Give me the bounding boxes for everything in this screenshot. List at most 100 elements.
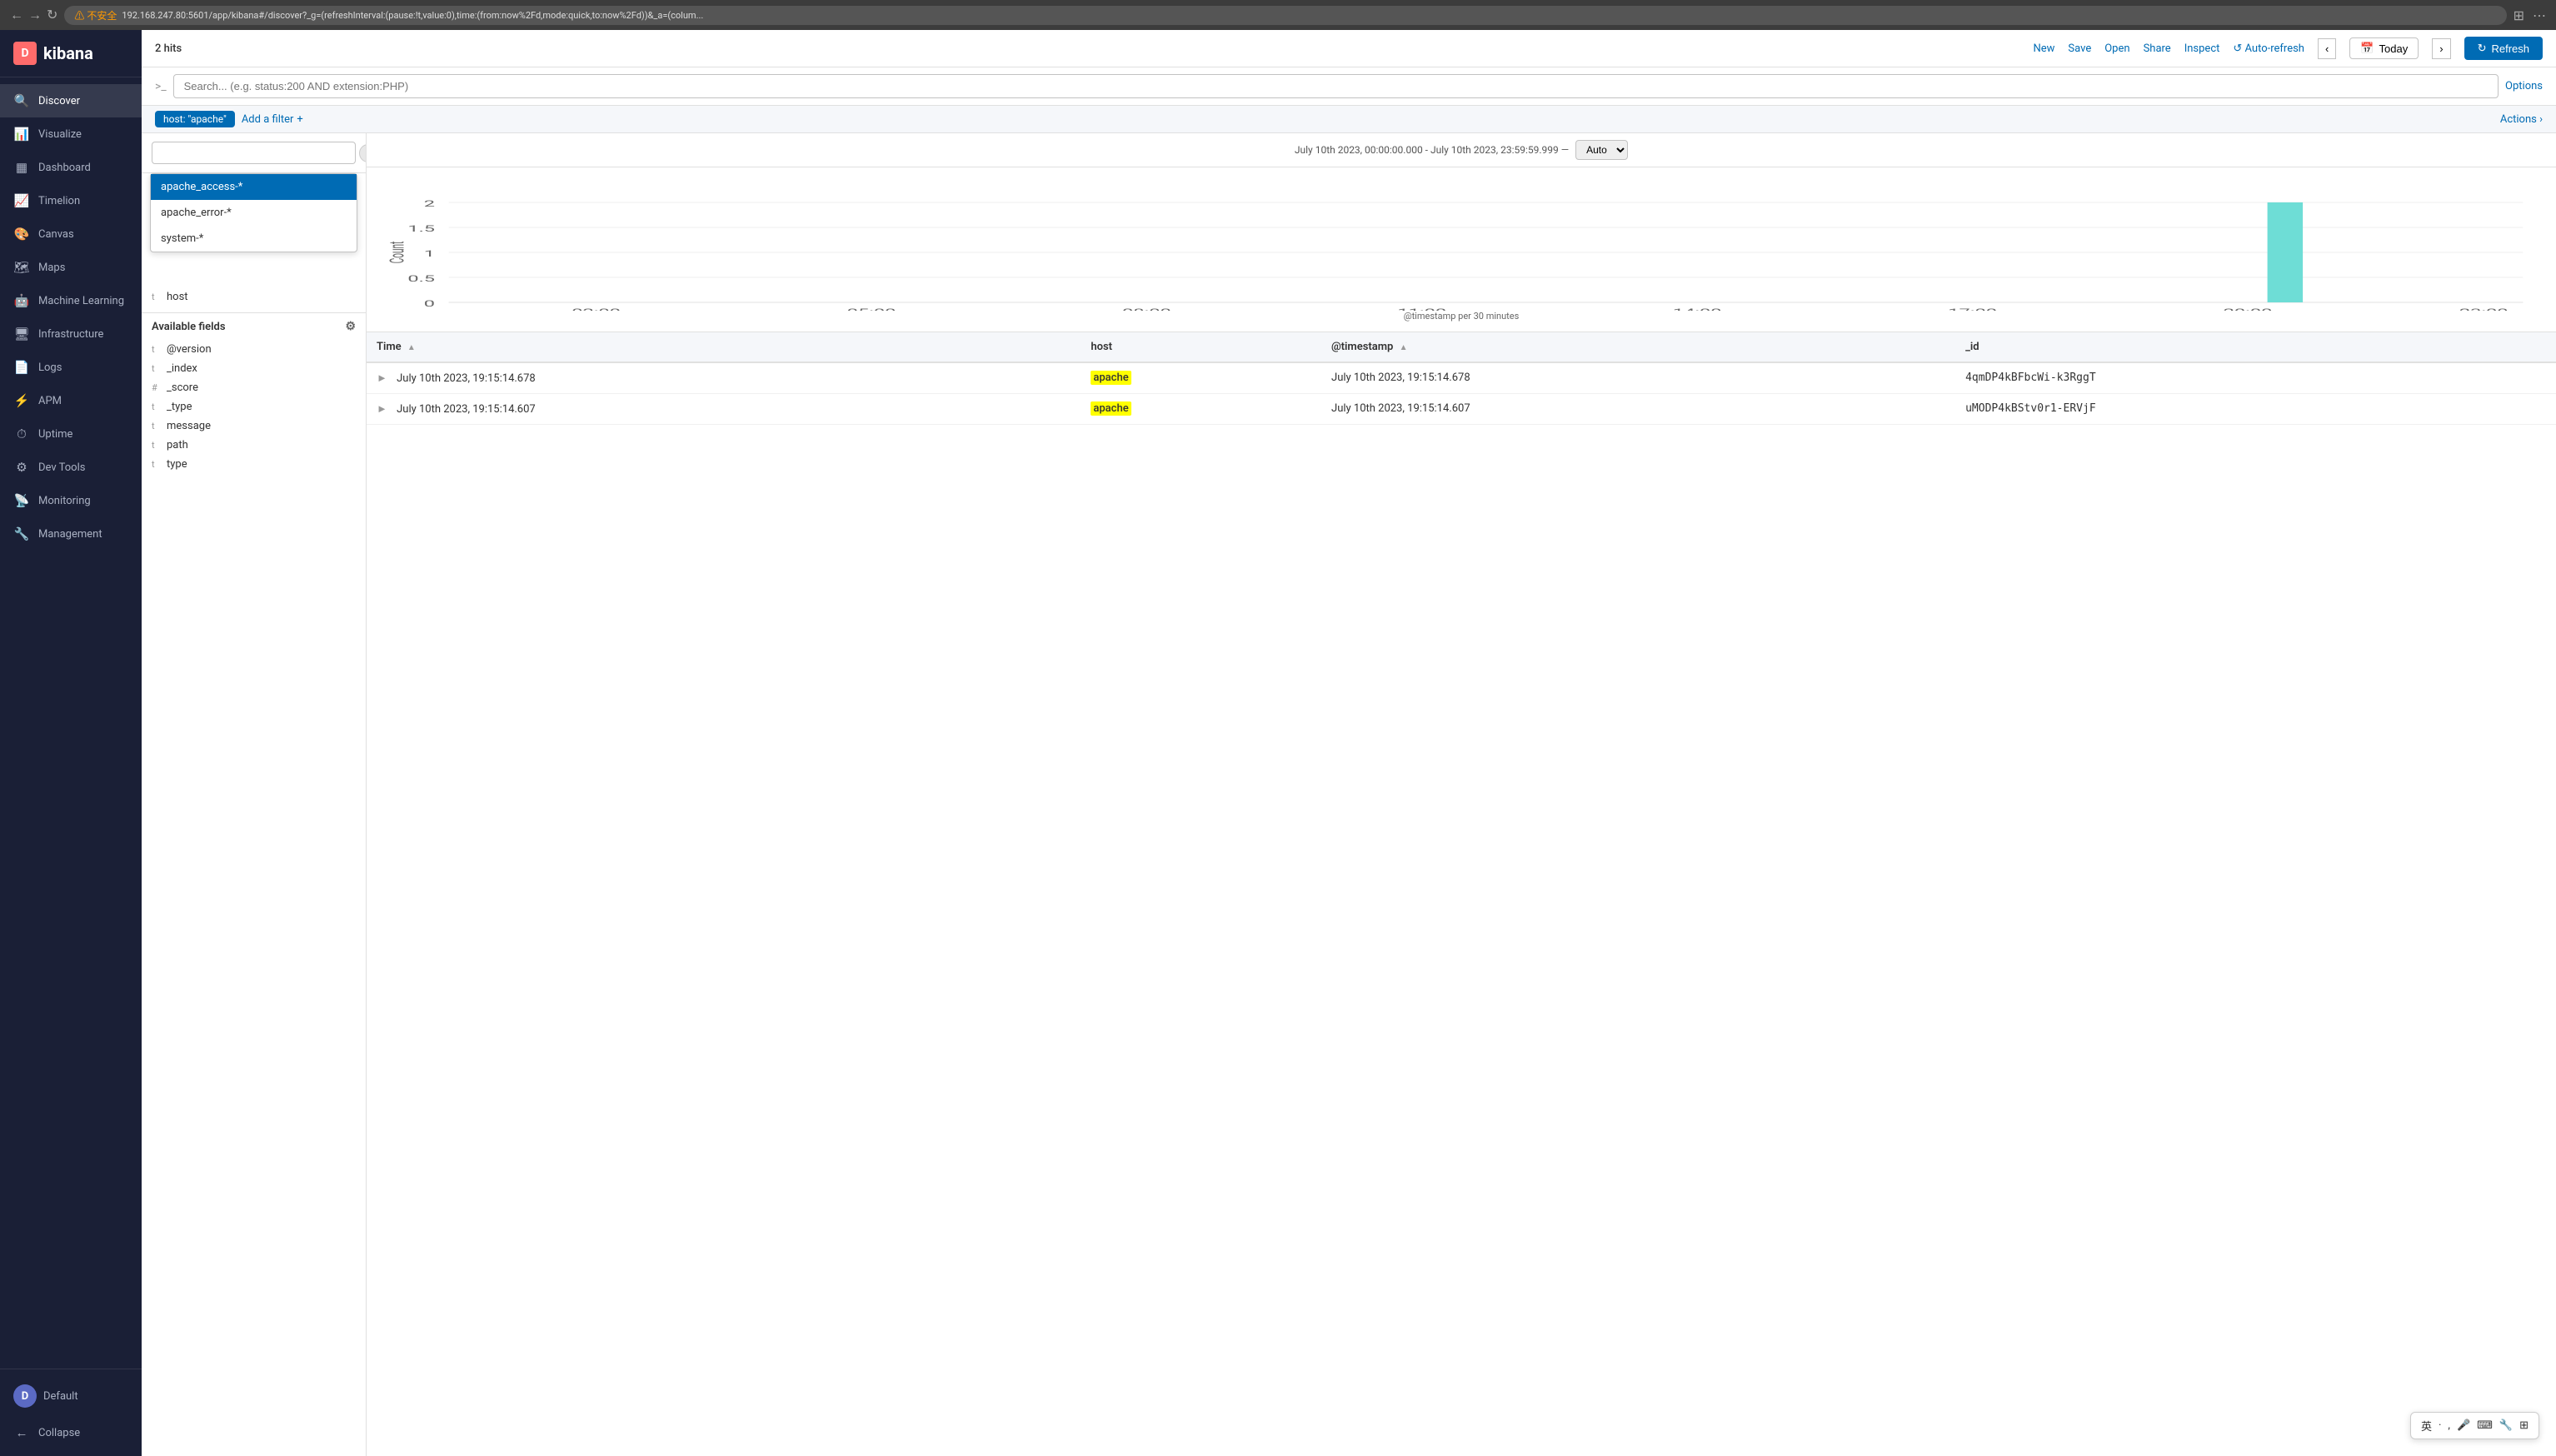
sidebar-item-dashboard[interactable]: ▦ Dashboard bbox=[0, 151, 142, 184]
sidebar-item-label: Dev Tools bbox=[38, 461, 85, 474]
field-item-type[interactable]: t type bbox=[152, 455, 356, 474]
content-area: 2 hits New Save Open Share Inspect ↺ Aut… bbox=[142, 30, 2556, 1456]
index-pattern-item-apache-error[interactable]: apache_error-* bbox=[151, 200, 357, 226]
forward-icon[interactable]: → bbox=[28, 7, 42, 23]
share-button[interactable]: Share bbox=[2144, 42, 2171, 55]
new-button[interactable]: New bbox=[2033, 42, 2054, 55]
dashboard-icon: ▦ bbox=[13, 159, 30, 176]
actions-button[interactable]: Actions › bbox=[2500, 113, 2543, 126]
main-split: apache_access-* apache_error-* system-* … bbox=[142, 133, 2556, 1456]
ime-toolbar: 英 · , 🎤 ⌨ 🔧 ⊞ bbox=[2410, 1412, 2539, 1439]
hits-count: 2 hits bbox=[155, 42, 182, 55]
sidebar-item-logs[interactable]: 📄 Logs bbox=[0, 351, 142, 384]
table-header-row: Time ▲ host @timestamp ▲ bbox=[367, 332, 2556, 362]
host-filter-tag[interactable]: host: "apache" bbox=[155, 111, 235, 127]
sidebar-item-management[interactable]: 🔧 Management bbox=[0, 517, 142, 551]
add-filter-button[interactable]: Add a filter + bbox=[242, 113, 303, 126]
save-button[interactable]: Save bbox=[2068, 42, 2091, 55]
cell-id: 4qmDP4kBFbcWi-k3RggT bbox=[1955, 362, 2556, 394]
ime-keyboard-icon[interactable]: ⌨ bbox=[2477, 1419, 2493, 1432]
ime-lang[interactable]: 英 bbox=[2421, 1418, 2432, 1434]
monitoring-icon: 📡 bbox=[13, 492, 30, 509]
open-button[interactable]: Open bbox=[2104, 42, 2129, 55]
collapse-panel-button[interactable]: ‹ bbox=[359, 144, 367, 162]
interval-select[interactable]: Auto bbox=[1575, 140, 1628, 160]
sidebar-item-visualize[interactable]: 📊 Visualize bbox=[0, 117, 142, 151]
next-period-button[interactable]: › bbox=[2432, 38, 2450, 59]
sidebar-item-machine-learning[interactable]: 🤖 Machine Learning bbox=[0, 284, 142, 317]
chart-container: 0 0.5 1 1.5 2 Count bbox=[367, 167, 2556, 332]
field-type-t: t bbox=[152, 401, 162, 412]
management-icon: 🔧 bbox=[13, 526, 30, 542]
cell-host: apache bbox=[1081, 362, 1321, 394]
field-type-t: t bbox=[152, 344, 162, 355]
sidebar-item-timelion[interactable]: 📈 Timelion bbox=[0, 184, 142, 217]
options-button[interactable]: Options bbox=[2505, 80, 2543, 92]
sidebar-item-label: Infrastructure bbox=[38, 328, 103, 341]
browser-actions: ⊞ ⋯ bbox=[2514, 7, 2546, 23]
extensions-icon[interactable]: ⊞ bbox=[2514, 7, 2524, 23]
visualize-icon: 📊 bbox=[13, 126, 30, 142]
svg-text:23:00: 23:00 bbox=[2459, 307, 2509, 311]
results-table: Time ▲ host @timestamp ▲ bbox=[367, 332, 2556, 425]
field-item-version[interactable]: t @version bbox=[152, 340, 356, 359]
available-fields-title: Available fields bbox=[152, 321, 226, 333]
ime-comma[interactable]: , bbox=[2448, 1419, 2450, 1432]
ml-icon: 🤖 bbox=[13, 292, 30, 309]
index-pattern-item-apache-access[interactable]: apache_access-* bbox=[151, 174, 357, 200]
ime-settings-icon[interactable]: 🔧 bbox=[2499, 1419, 2513, 1432]
field-item-message[interactable]: t message bbox=[152, 416, 356, 436]
ime-grid-icon[interactable]: ⊞ bbox=[2519, 1419, 2529, 1432]
sidebar-item-maps[interactable]: 🗺 Maps bbox=[0, 251, 142, 284]
index-pattern-item-system[interactable]: system-* bbox=[151, 226, 357, 252]
field-name[interactable]: host bbox=[167, 291, 356, 303]
index-pattern-input[interactable] bbox=[152, 142, 356, 164]
topbar-left: 2 hits bbox=[155, 42, 182, 55]
field-name: @version bbox=[167, 343, 212, 356]
field-name: path bbox=[167, 439, 188, 451]
sidebar-item-apm[interactable]: ⚡ APM bbox=[0, 384, 142, 417]
browser-nav[interactable]: ← → ↻ bbox=[10, 7, 57, 23]
sidebar-item-collapse[interactable]: ← Collapse bbox=[0, 1416, 142, 1449]
ime-mic-icon[interactable]: 🎤 bbox=[2457, 1419, 2470, 1432]
sidebar-item-label: Management bbox=[38, 528, 102, 541]
svg-text:17:00: 17:00 bbox=[1948, 307, 1997, 311]
field-item-path[interactable]: t path bbox=[152, 436, 356, 455]
auto-refresh-button[interactable]: ↺ Auto-refresh bbox=[2233, 42, 2304, 55]
infrastructure-icon: 🖥 bbox=[13, 326, 30, 342]
field-item-type-field[interactable]: t _type bbox=[152, 397, 356, 416]
expand-row-button[interactable]: ► bbox=[377, 372, 387, 385]
sidebar-item-uptime[interactable]: ⏱ Uptime bbox=[0, 417, 142, 451]
field-item-score[interactable]: # _score bbox=[152, 378, 356, 397]
host-highlight: apache bbox=[1091, 371, 1131, 385]
back-icon[interactable]: ← bbox=[10, 7, 23, 23]
cell-id: uMODP4kBStv0r1-ERVjF bbox=[1955, 394, 2556, 425]
available-fields-header: Available fields ⚙ bbox=[142, 312, 366, 340]
gear-icon[interactable]: ⚙ bbox=[345, 320, 356, 333]
col-host[interactable]: host bbox=[1081, 332, 1321, 362]
expand-row-button[interactable]: ► bbox=[377, 403, 387, 416]
inspect-button[interactable]: Inspect bbox=[2184, 42, 2220, 55]
sidebar-item-infrastructure[interactable]: 🖥 Infrastructure bbox=[0, 317, 142, 351]
sidebar-nav: 🔍 Discover 📊 Visualize ▦ Dashboard 📈 Tim… bbox=[0, 77, 142, 1369]
search-input[interactable] bbox=[173, 74, 2499, 98]
add-filter-icon: + bbox=[297, 113, 302, 126]
menu-icon[interactable]: ⋯ bbox=[2533, 7, 2546, 23]
svg-text:20:00: 20:00 bbox=[2224, 307, 2273, 311]
col-time[interactable]: Time ▲ bbox=[367, 332, 1081, 362]
refresh-button[interactable]: ↻ Refresh bbox=[2464, 37, 2543, 60]
sidebar-item-canvas[interactable]: 🎨 Canvas bbox=[0, 217, 142, 251]
prev-period-button[interactable]: ‹ bbox=[2318, 38, 2336, 59]
reload-icon[interactable]: ↻ bbox=[47, 7, 57, 23]
canvas-icon: 🎨 bbox=[13, 226, 30, 242]
url-bar[interactable]: ⚠ 不安全 192.168.247.80:5601/app/kibana#/di… bbox=[64, 6, 2506, 25]
sidebar-item-devtools[interactable]: ⚙ Dev Tools bbox=[0, 451, 142, 484]
col-id[interactable]: _id bbox=[1955, 332, 2556, 362]
col-timestamp[interactable]: @timestamp ▲ bbox=[1321, 332, 1955, 362]
today-button[interactable]: 📅 Today bbox=[2349, 37, 2419, 59]
svg-text:02:00: 02:00 bbox=[572, 307, 621, 311]
sidebar-user: D Default bbox=[0, 1376, 142, 1416]
sidebar-item-monitoring[interactable]: 📡 Monitoring bbox=[0, 484, 142, 517]
sidebar-item-discover[interactable]: 🔍 Discover bbox=[0, 84, 142, 117]
field-item-index[interactable]: t _index bbox=[152, 359, 356, 378]
